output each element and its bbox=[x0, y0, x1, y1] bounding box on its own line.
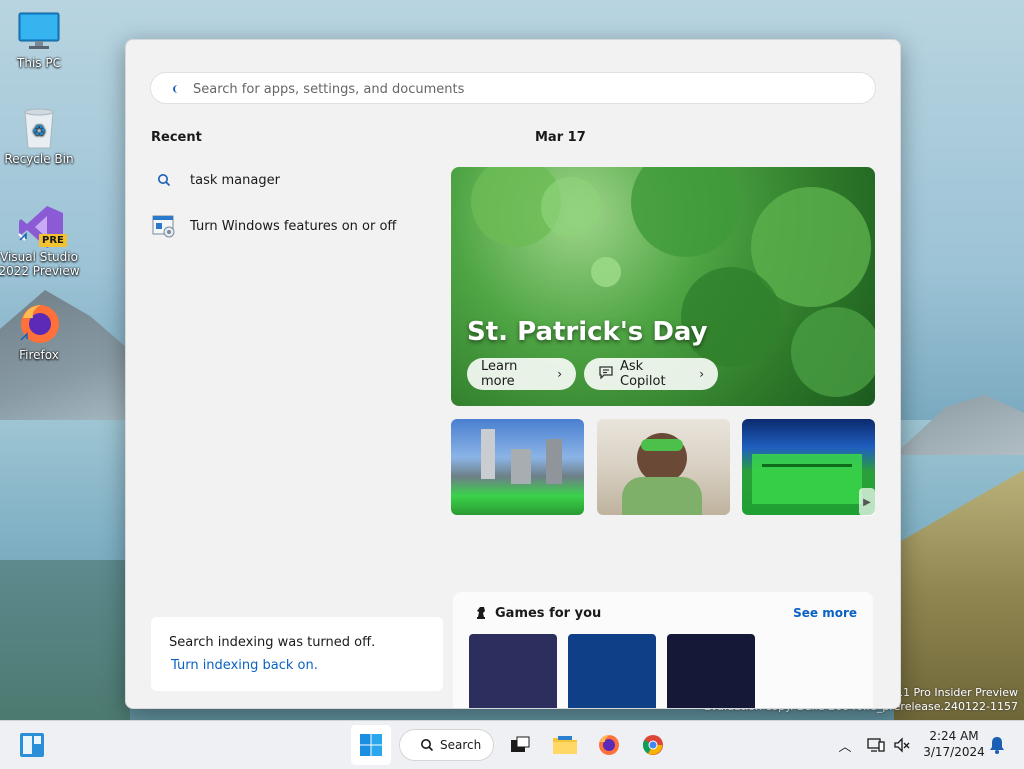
clover-decoration bbox=[541, 177, 601, 237]
thumbnail-chicago-river[interactable] bbox=[451, 419, 584, 515]
clover-decoration bbox=[591, 257, 621, 287]
network-icon bbox=[867, 738, 885, 752]
monitor-icon bbox=[17, 10, 61, 54]
start-button[interactable] bbox=[351, 725, 391, 765]
desktop-icon-visual-studio[interactable]: PRE Visual Studio 2022 Preview bbox=[0, 204, 81, 278]
desktop-icon-this-pc[interactable]: This PC bbox=[0, 10, 81, 70]
chevron-up-icon: ︿ bbox=[838, 739, 852, 755]
chrome-taskbar-button[interactable] bbox=[636, 725, 670, 765]
building-shape bbox=[511, 449, 531, 484]
see-more-link[interactable]: See more bbox=[793, 606, 857, 620]
learn-more-label: Learn more bbox=[481, 359, 518, 389]
search-input[interactable] bbox=[191, 73, 855, 105]
show-hidden-icons-button[interactable]: ︿ bbox=[834, 725, 856, 765]
chrome-icon bbox=[642, 735, 663, 755]
building-shape bbox=[546, 439, 562, 484]
ask-copilot-button[interactable]: Ask Copilot › bbox=[584, 358, 718, 390]
file-explorer-button[interactable] bbox=[548, 725, 582, 765]
wallpaper-shore bbox=[0, 560, 130, 720]
task-view-icon bbox=[511, 736, 530, 752]
task-view-button[interactable] bbox=[503, 725, 537, 765]
search-icon bbox=[152, 168, 176, 192]
building-shape bbox=[481, 429, 495, 479]
clover-decoration bbox=[631, 167, 741, 257]
recycle-bin-icon: ♻ bbox=[17, 106, 61, 150]
desktop-icon-label: This PC bbox=[17, 56, 61, 70]
taskbar: Search ︿ 2:24 AM 3/17/2024 bbox=[0, 720, 1024, 769]
taskbar-search-label: Search bbox=[440, 738, 482, 752]
clock-time: 2:24 AM bbox=[929, 729, 979, 743]
chess-knight-icon bbox=[473, 605, 489, 625]
volume-muted-icon bbox=[894, 737, 910, 753]
play-right-icon: ▶ bbox=[863, 496, 871, 508]
game-tile[interactable] bbox=[568, 634, 656, 708]
recent-item-label: Turn Windows features on or off bbox=[190, 218, 397, 234]
ask-copilot-label: Ask Copilot bbox=[620, 359, 666, 389]
carousel-next-button[interactable]: ▶ bbox=[859, 488, 875, 516]
chevron-right-icon: › bbox=[557, 367, 562, 381]
recent-heading: Recent bbox=[151, 130, 202, 145]
building-detail bbox=[762, 464, 852, 467]
windows-features-icon bbox=[152, 214, 176, 238]
desktop-icon-label-line2: 2022 Preview bbox=[0, 264, 80, 278]
desktop-icon-label: Firefox bbox=[19, 348, 59, 362]
thumbnail-celebration-person[interactable] bbox=[597, 419, 730, 515]
recent-item-task-manager[interactable]: task manager bbox=[152, 163, 422, 197]
clock-date: 3/17/2024 bbox=[923, 745, 985, 759]
recent-item-label: task manager bbox=[190, 172, 280, 188]
game-tile[interactable] bbox=[469, 634, 557, 708]
volume-button[interactable] bbox=[890, 725, 914, 765]
search-panel: Recent task manager Turn Windows feature… bbox=[125, 39, 901, 709]
chat-bubble-icon bbox=[598, 365, 614, 383]
desktop-icon-label: Recycle Bin bbox=[4, 152, 74, 166]
windows-logo-icon bbox=[360, 734, 382, 756]
recent-item-windows-features[interactable]: Turn Windows features on or off bbox=[152, 209, 422, 243]
st-patricks-day-card[interactable]: St. Patrick's Day Learn more › Ask Copil… bbox=[451, 167, 875, 406]
indexing-message: Search indexing was turned off. bbox=[169, 635, 376, 650]
learn-more-button[interactable]: Learn more › bbox=[467, 358, 576, 390]
clock[interactable]: 2:24 AM 3/17/2024 bbox=[918, 728, 990, 760]
chevron-right-icon: › bbox=[699, 367, 704, 381]
indexing-notice: Search indexing was turned off. Turn ind… bbox=[151, 617, 443, 691]
games-title: Games for you bbox=[495, 606, 602, 621]
turn-indexing-on-link[interactable]: Turn indexing back on. bbox=[171, 658, 318, 673]
firefox-icon bbox=[599, 735, 619, 755]
clover-decoration bbox=[791, 307, 875, 397]
desktop-icon-recycle-bin[interactable]: ♻ Recycle Bin bbox=[0, 106, 81, 166]
desktop-icon-label: Visual Studio bbox=[0, 250, 78, 264]
thumbnail-green-building[interactable] bbox=[742, 419, 875, 515]
svg-text:♻: ♻ bbox=[32, 121, 46, 140]
bell-icon bbox=[990, 737, 1004, 754]
preview-badge: PRE bbox=[39, 234, 67, 247]
game-tile[interactable] bbox=[667, 634, 755, 708]
building-shape bbox=[752, 454, 862, 504]
widgets-icon bbox=[20, 733, 44, 757]
date-heading: Mar 17 bbox=[535, 130, 586, 145]
folder-icon bbox=[553, 736, 577, 754]
firefox-icon bbox=[17, 302, 61, 346]
search-icon bbox=[421, 739, 434, 752]
visual-studio-icon: PRE bbox=[17, 204, 67, 248]
network-button[interactable] bbox=[864, 725, 888, 765]
desktop-icon-firefox[interactable]: Firefox bbox=[0, 302, 81, 362]
person-body-shape bbox=[622, 477, 702, 515]
notifications-button[interactable] bbox=[986, 725, 1008, 765]
taskbar-search-button[interactable]: Search bbox=[399, 729, 494, 761]
loading-spinner-icon bbox=[173, 85, 183, 93]
games-for-you-card: Games for you See more bbox=[453, 592, 873, 708]
shamrock-glasses-shape bbox=[641, 439, 683, 451]
search-box[interactable] bbox=[150, 72, 876, 105]
firefox-taskbar-button[interactable] bbox=[592, 725, 626, 765]
hero-title: St. Patrick's Day bbox=[467, 317, 708, 347]
widgets-button[interactable] bbox=[12, 725, 52, 765]
